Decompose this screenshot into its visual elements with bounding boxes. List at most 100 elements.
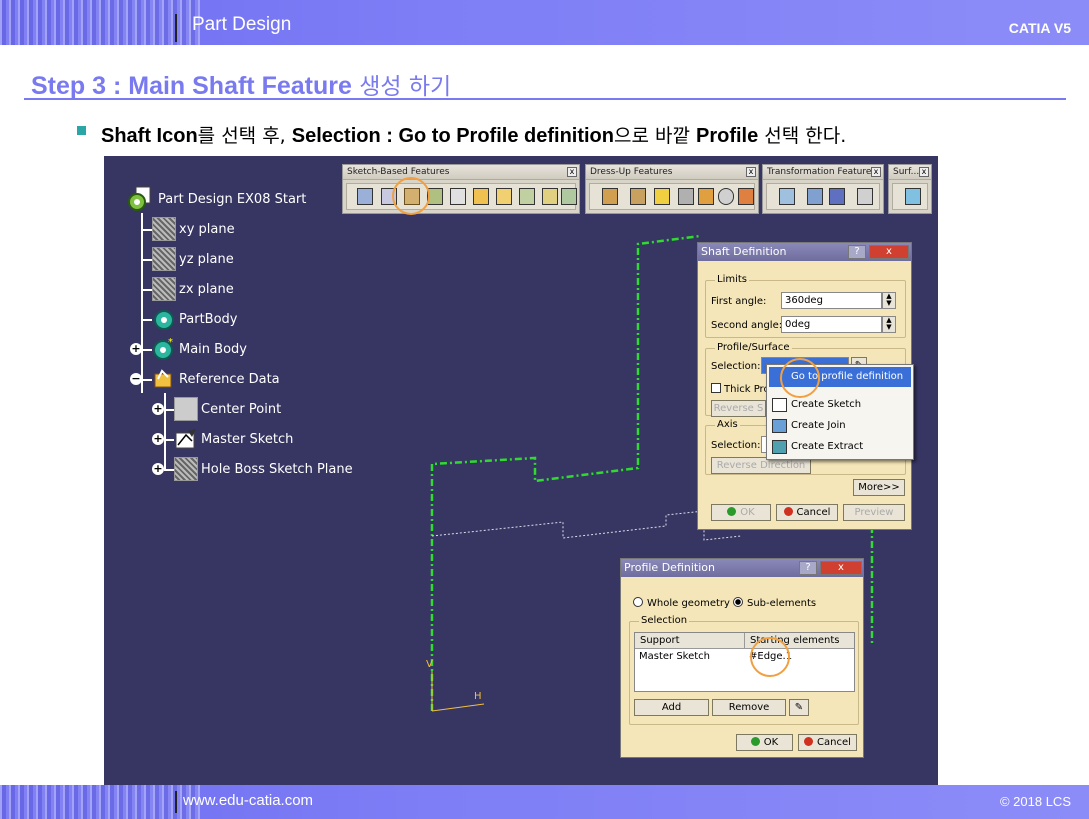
slot-icon[interactable] bbox=[496, 188, 512, 205]
remove-loft-icon[interactable] bbox=[561, 188, 577, 205]
more-button[interactable]: More>> bbox=[853, 479, 905, 496]
reverse-side-button[interactable]: Reverse S bbox=[711, 400, 766, 417]
tree-item-center-point[interactable]: Center Point bbox=[201, 402, 281, 417]
expand-icon[interactable]: + bbox=[152, 463, 164, 475]
footer-stripes bbox=[0, 785, 200, 819]
help-icon[interactable]: ? bbox=[848, 245, 866, 259]
transformation-toolbar: Transformation Features x bbox=[762, 164, 884, 214]
highlight-ring bbox=[392, 177, 430, 215]
tree-root[interactable]: Part Design EX08 Start bbox=[158, 192, 306, 207]
first-angle-field[interactable]: 360deg bbox=[781, 292, 882, 309]
footer-url[interactable]: www.edu-catia.com bbox=[183, 792, 313, 809]
close-icon[interactable]: x bbox=[871, 167, 881, 177]
add-button[interactable]: Add bbox=[634, 699, 709, 716]
tree-item-yz-plane[interactable]: yz plane bbox=[179, 252, 234, 267]
highlight-ring bbox=[780, 358, 820, 398]
second-angle-field[interactable]: 0deg bbox=[781, 316, 882, 333]
body-icon bbox=[152, 308, 176, 332]
tree-connector bbox=[142, 349, 152, 351]
profile-surface-label: Profile/Surface bbox=[715, 342, 792, 353]
tree-connector bbox=[142, 379, 152, 381]
split-icon[interactable] bbox=[905, 188, 921, 205]
pad-icon[interactable] bbox=[357, 188, 373, 205]
header-product: CATIA V5 bbox=[1008, 20, 1071, 36]
svg-text:*: * bbox=[168, 337, 173, 348]
shell-icon[interactable] bbox=[678, 188, 694, 205]
header-title: Part Design bbox=[192, 14, 292, 35]
cancel-button[interactable]: Cancel bbox=[798, 734, 857, 751]
sub-elements-option[interactable]: Sub-elements bbox=[733, 597, 816, 609]
menu-item-create-extract[interactable]: Create Extract bbox=[769, 437, 911, 457]
thick-checkbox[interactable] bbox=[711, 383, 721, 393]
menu-label: Create Join bbox=[791, 420, 846, 431]
plane-icon bbox=[152, 277, 176, 301]
rib-icon[interactable] bbox=[473, 188, 489, 205]
tree-trunk bbox=[141, 213, 143, 393]
mirror-icon[interactable] bbox=[807, 188, 823, 205]
sub-elements-radio[interactable] bbox=[733, 597, 743, 607]
tree-item-zx-plane[interactable]: zx plane bbox=[179, 282, 234, 297]
pattern-icon[interactable] bbox=[829, 188, 845, 205]
tree-item-reference-data[interactable]: Reference Data bbox=[179, 372, 280, 387]
toolbar-body bbox=[589, 183, 755, 210]
gear-icon[interactable] bbox=[128, 186, 152, 211]
first-angle-spinner[interactable]: ▲ ▼ bbox=[882, 292, 896, 309]
thick-profile-row[interactable]: Thick Pro bbox=[711, 383, 770, 395]
tree-item-hole-boss-sketch-plane[interactable]: Hole Boss Sketch Plane bbox=[201, 462, 353, 477]
instr-part1: Shaft Icon bbox=[101, 125, 198, 147]
thickness-icon[interactable] bbox=[698, 188, 714, 205]
fillet-icon[interactable] bbox=[602, 188, 618, 205]
instruction-text: Shaft Icon를 선택 후, Selection : Go to Prof… bbox=[101, 121, 846, 148]
col-support: Support bbox=[635, 633, 745, 649]
close-icon[interactable]: x bbox=[746, 167, 756, 177]
catia-viewer[interactable]: V H Part Design EX08 Start xy plane yz p… bbox=[104, 156, 938, 786]
tree-item-main-body[interactable]: Main Body bbox=[179, 342, 247, 357]
chamfer-icon[interactable] bbox=[630, 188, 646, 205]
selection-table: Support Starting elements Master Sketch … bbox=[634, 632, 855, 692]
close-icon[interactable]: x bbox=[820, 561, 862, 575]
draft-icon[interactable] bbox=[654, 188, 670, 205]
step-title-ko: 생성 하기 bbox=[351, 74, 452, 100]
expand-icon[interactable]: + bbox=[152, 433, 164, 445]
profile-definition-dialog: Profile Definition ? x Whole geometry Su… bbox=[620, 558, 864, 758]
expand-icon[interactable]: + bbox=[152, 403, 164, 415]
whole-geometry-radio[interactable] bbox=[633, 597, 643, 607]
menu-item-create-sketch[interactable]: Create Sketch bbox=[769, 395, 911, 415]
scaling-icon[interactable] bbox=[857, 188, 873, 205]
toolbar-title: Sketch-Based Features bbox=[343, 165, 579, 180]
collapse-icon[interactable]: − bbox=[130, 373, 142, 385]
close-icon[interactable]: x bbox=[869, 245, 909, 259]
sketch-icon[interactable]: ✎ bbox=[789, 699, 809, 716]
geometrical-set-icon bbox=[152, 367, 176, 391]
plane-icon bbox=[152, 247, 176, 271]
close-icon[interactable]: x bbox=[919, 167, 929, 177]
header-band: Part Design CATIA V5 bbox=[0, 0, 1089, 45]
expand-icon[interactable]: + bbox=[130, 343, 142, 355]
tree-item-xy-plane[interactable]: xy plane bbox=[179, 222, 235, 237]
loft-icon[interactable] bbox=[542, 188, 558, 205]
axis-h-label: H bbox=[474, 691, 482, 702]
row-support[interactable]: Master Sketch bbox=[639, 651, 710, 662]
translation-icon[interactable] bbox=[779, 188, 795, 205]
ok-button[interactable]: OK bbox=[736, 734, 793, 751]
whole-geometry-option[interactable]: Whole geometry bbox=[633, 597, 730, 609]
sketch-based-toolbar: Sketch-Based Features x bbox=[342, 164, 580, 214]
remove-face-icon[interactable] bbox=[738, 188, 754, 205]
ok-button[interactable]: OK bbox=[711, 504, 771, 521]
instr-part3: Selection : Go to Profile definition bbox=[291, 125, 614, 147]
toolbar-title: Dress-Up Features bbox=[586, 165, 758, 180]
limits-label: Limits bbox=[715, 274, 749, 285]
second-angle-spinner[interactable]: ▲ ▼ bbox=[882, 316, 896, 333]
preview-button[interactable]: Preview bbox=[843, 504, 905, 521]
help-icon[interactable]: ? bbox=[799, 561, 817, 575]
remove-button[interactable]: Remove bbox=[712, 699, 786, 716]
menu-label: Create Sketch bbox=[791, 399, 862, 410]
hole-icon[interactable] bbox=[450, 188, 466, 205]
tree-item-partbody[interactable]: PartBody bbox=[179, 312, 237, 327]
stiffener-icon[interactable] bbox=[519, 188, 535, 205]
thread-icon[interactable] bbox=[718, 188, 734, 205]
tree-item-master-sketch[interactable]: Master Sketch bbox=[201, 432, 293, 447]
close-icon[interactable]: x bbox=[567, 167, 577, 177]
menu-item-create-join[interactable]: Create Join bbox=[769, 416, 911, 436]
cancel-button[interactable]: Cancel bbox=[776, 504, 838, 521]
